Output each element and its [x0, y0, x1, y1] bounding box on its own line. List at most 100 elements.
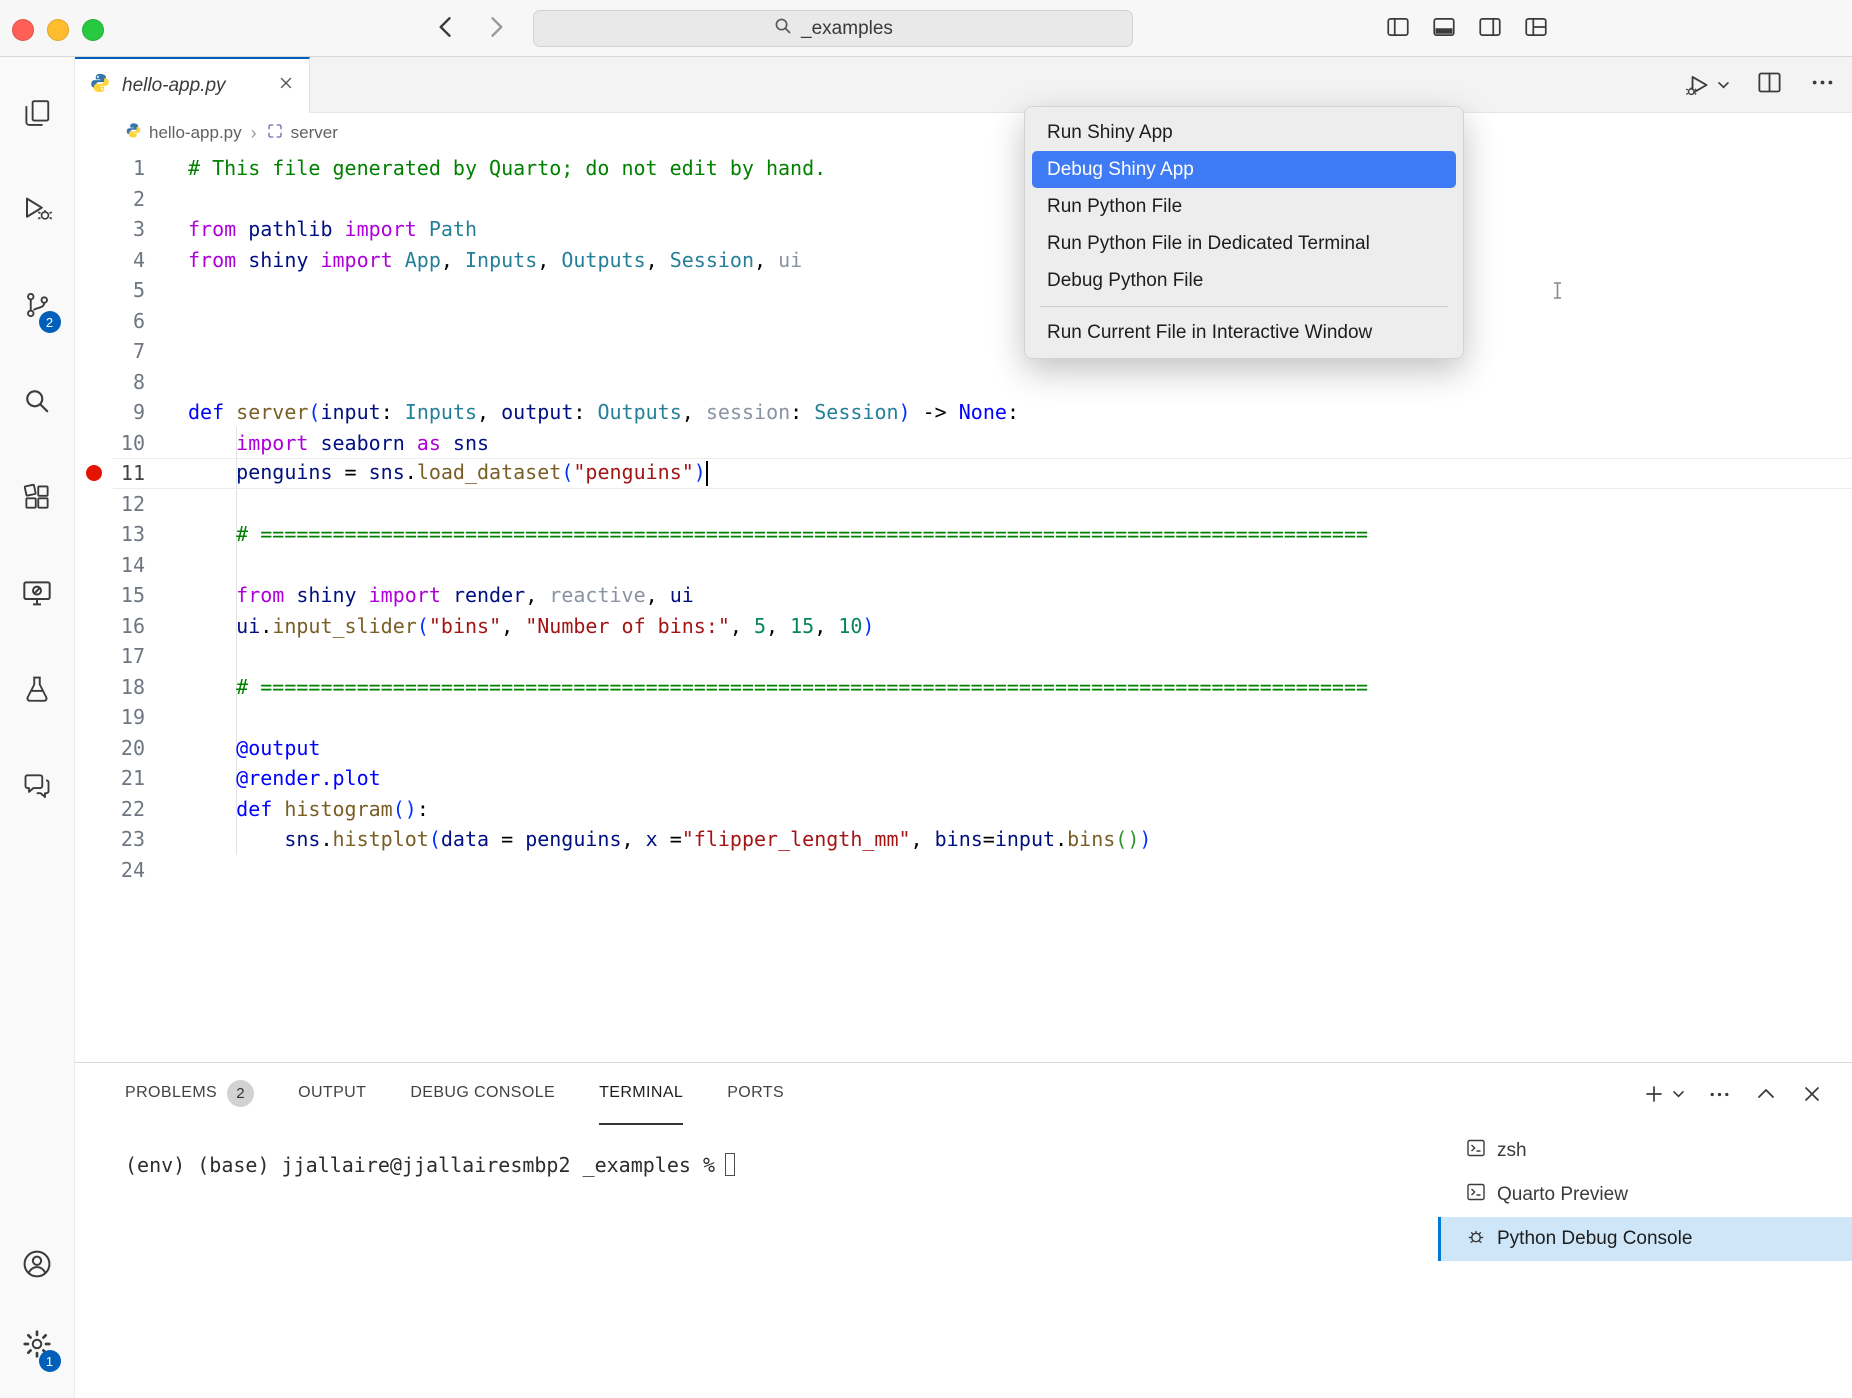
line-number: 4 — [113, 248, 145, 272]
vscode-window: _examples 2 1 hello-app.py — [0, 0, 1852, 1398]
terminal-list-item-zsh[interactable]: zsh — [1438, 1129, 1852, 1173]
split-editor-icon[interactable] — [1756, 69, 1783, 101]
code-line-3: 3from pathlib import Path — [75, 214, 1852, 245]
activity-item-search[interactable] — [0, 355, 75, 451]
command-center-search[interactable]: _examples — [533, 10, 1133, 47]
terminal-list-item-python-debug-console[interactable]: Python Debug Console — [1438, 1217, 1852, 1261]
search-value: _examples — [801, 18, 893, 40]
close-tab-icon[interactable] — [277, 74, 295, 98]
run-or-debug-button[interactable] — [1685, 71, 1730, 99]
line-number: 14 — [113, 553, 145, 577]
activity-item-accounts[interactable] — [0, 1226, 75, 1306]
code-line-4: 4from shiny import App, Inputs, Outputs,… — [75, 245, 1852, 276]
terminal-list-item-quarto-preview[interactable]: Quarto Preview — [1438, 1173, 1852, 1217]
gutter[interactable] — [75, 611, 113, 642]
activity-item-testing[interactable] — [0, 643, 75, 739]
gutter[interactable] — [75, 519, 113, 550]
gutter[interactable] — [75, 275, 113, 306]
tab-hello-app-py[interactable]: hello-app.py — [75, 57, 310, 113]
toggle-secondary-sidebar-icon[interactable] — [1477, 14, 1503, 40]
line-text: @output — [145, 736, 320, 760]
menu-item-run-shiny-app[interactable]: Run Shiny App — [1032, 114, 1456, 151]
close-window-button[interactable] — [12, 19, 34, 41]
line-text: ui.input_slider("bins", "Number of bins:… — [145, 614, 874, 638]
gutter[interactable] — [75, 824, 113, 855]
breadcrumb-symbol[interactable]: server — [266, 122, 338, 145]
panel-tab-output[interactable]: OUTPUT — [298, 1063, 366, 1125]
activity-item-source-control[interactable]: 2 — [0, 259, 75, 355]
panel-tab-terminal[interactable]: TERMINAL — [599, 1063, 683, 1125]
gutter[interactable] — [75, 672, 113, 703]
code-line-20: 20 @output — [75, 733, 1852, 764]
line-number: 6 — [113, 309, 145, 333]
terminal-icon — [1466, 1182, 1486, 1208]
back-button[interactable] — [432, 13, 460, 46]
menu-item-debug-python-file[interactable]: Debug Python File — [1032, 262, 1456, 299]
problems-badge: 2 — [227, 1080, 254, 1107]
line-number: 1 — [113, 156, 145, 180]
panel-more-actions-icon[interactable] — [1707, 1082, 1732, 1107]
code-lines: 1# This file generated by Quarto; do not… — [75, 153, 1852, 885]
minimize-window-button[interactable] — [47, 19, 69, 41]
forward-button[interactable] — [482, 13, 510, 46]
toggle-primary-sidebar-icon[interactable] — [1385, 14, 1411, 40]
gutter[interactable] — [75, 580, 113, 611]
menu-item-run-current-file-in-interactive-window[interactable]: Run Current File in Interactive Window — [1032, 314, 1456, 351]
menu-item-debug-shiny-app[interactable]: Debug Shiny App — [1032, 151, 1456, 188]
close-panel-icon[interactable] — [1800, 1082, 1824, 1106]
new-terminal-button[interactable] — [1642, 1082, 1685, 1106]
code-editor[interactable]: 1# This file generated by Quarto; do not… — [75, 153, 1852, 1062]
gutter[interactable] — [75, 336, 113, 367]
gutter[interactable] — [75, 855, 113, 886]
panel-tab-debug-console[interactable]: DEBUG CONSOLE — [410, 1063, 555, 1125]
terminal-viewport[interactable]: (env) (base) jjallaire@jjallairesmbp2 _e… — [75, 1125, 1438, 1398]
activity-item-comments[interactable] — [0, 739, 75, 835]
tab-label: hello-app.py — [122, 75, 266, 97]
gutter[interactable] — [75, 367, 113, 398]
line-number: 18 — [113, 675, 145, 699]
menu-item-run-python-file[interactable]: Run Python File — [1032, 188, 1456, 225]
gutter[interactable] — [75, 184, 113, 215]
zoom-window-button[interactable] — [82, 19, 104, 41]
panel-tab-problems[interactable]: PROBLEMS 2 — [125, 1063, 254, 1125]
more-actions-icon[interactable] — [1809, 69, 1836, 101]
gutter[interactable] — [75, 550, 113, 581]
customize-layout-icon[interactable] — [1523, 14, 1549, 40]
gutter[interactable] — [75, 733, 113, 764]
line-text: def server(input: Inputs, output: Output… — [145, 400, 1019, 424]
activity-item-settings[interactable]: 1 — [0, 1306, 75, 1386]
terminal-cursor — [725, 1153, 735, 1176]
gutter[interactable] — [75, 641, 113, 672]
panel-tab-ports[interactable]: PORTS — [727, 1063, 784, 1125]
line-text: # ======================================… — [145, 522, 1368, 546]
gutter[interactable] — [75, 458, 113, 489]
toggle-panel-icon[interactable] — [1431, 14, 1457, 40]
breakpoint-dot[interactable] — [86, 465, 102, 481]
gutter[interactable] — [75, 306, 113, 337]
gutter[interactable] — [75, 245, 113, 276]
code-line-2: 2 — [75, 184, 1852, 215]
code-line-14: 14 — [75, 550, 1852, 581]
traffic-lights — [12, 19, 104, 41]
activity-item-extensions[interactable] — [0, 451, 75, 547]
activity-item-remote-explorer[interactable] — [0, 547, 75, 643]
gutter[interactable] — [75, 428, 113, 459]
activity-item-run-and-debug[interactable] — [0, 163, 75, 259]
gutter[interactable] — [75, 702, 113, 733]
maximize-panel-icon[interactable] — [1754, 1082, 1778, 1106]
activity-top: 2 — [0, 67, 75, 835]
panel-tab-label: PROBLEMS — [125, 1084, 217, 1102]
menu-item-run-python-file-in-dedicated-terminal[interactable]: Run Python File in Dedicated Terminal — [1032, 225, 1456, 262]
account-icon — [21, 1248, 53, 1285]
gutter[interactable] — [75, 763, 113, 794]
breadcrumb-file[interactable]: hello-app.py — [125, 122, 242, 144]
gutter[interactable] — [75, 397, 113, 428]
gutter[interactable] — [75, 214, 113, 245]
gutter[interactable] — [75, 153, 113, 184]
bottom-panel: PROBLEMS 2 OUTPUT DEBUG CONSOLE TERMINAL PORT… — [75, 1062, 1852, 1398]
gutter[interactable] — [75, 794, 113, 825]
gutter[interactable] — [75, 489, 113, 520]
activity-item-explorer[interactable] — [0, 67, 75, 163]
new-terminal-chevron-icon — [1672, 1090, 1685, 1099]
settings-badge: 1 — [39, 1350, 61, 1372]
